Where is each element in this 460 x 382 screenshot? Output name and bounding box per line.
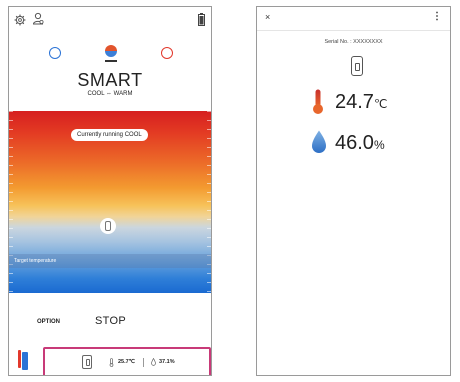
battery-icon (198, 13, 205, 31)
sensor-device-icon (351, 56, 363, 76)
stop-button[interactable]: STOP (95, 315, 126, 327)
thermometer-icon (109, 358, 114, 369)
humidity-unit: % (373, 138, 385, 152)
account-icon[interactable] (32, 12, 44, 30)
main-screen: SMART COOL ⇔ WARM Currently running COOL… (8, 6, 212, 376)
cool-mode-button[interactable] (49, 47, 61, 59)
more-options-icon[interactable]: ⋮ (432, 11, 442, 22)
temperature-gradient-panel[interactable]: Currently running COOL Target temperatur… (9, 111, 211, 293)
humidity-reading: 46.0% (335, 132, 385, 155)
divider (143, 358, 144, 367)
status-pill: Currently running COOL (71, 129, 148, 141)
humidity-value: 46.0 (335, 132, 374, 154)
device-position-indicator[interactable] (100, 218, 116, 234)
smart-mode-button[interactable] (105, 45, 117, 57)
mode-selector (9, 45, 211, 63)
action-buttons: OPTION STOP (9, 313, 211, 333)
sensor-detail-screen: × ⋮ Serial No. : XXXXXXXX 24.7℃ 46.0% (256, 6, 451, 376)
option-button[interactable]: OPTION (37, 319, 60, 325)
target-temperature-label: Target temperature (14, 258, 57, 264)
sensor-card[interactable]: 25.7℃ 37.1% (43, 347, 211, 375)
temperature-value: 24.7 (335, 91, 374, 113)
active-mode-indicator (105, 60, 117, 62)
mode-subtitle: COOL ⇔ WARM (87, 91, 133, 97)
bottom-bar: 25.7℃ 37.1% (9, 344, 211, 375)
temperature-reading: 24.7℃ (335, 91, 387, 114)
sensor-humidity: 37.1% (159, 359, 175, 365)
sensor-device-icon (82, 355, 92, 369)
serial-number: Serial No. : XXXXXXXX (324, 39, 383, 45)
sensor-temperature: 25.7℃ (118, 359, 135, 365)
temperature-unit: ℃ (373, 97, 388, 111)
device-thumbnail-icon[interactable] (18, 350, 28, 372)
target-temperature-band[interactable]: Target temperature (9, 254, 211, 268)
thermometer-icon (311, 89, 325, 120)
detail-header: × ⋮ (257, 7, 450, 31)
settings-gear-icon[interactable] (14, 13, 26, 31)
warm-mode-button[interactable] (161, 47, 173, 59)
top-bar (9, 7, 211, 33)
humidity-drop-icon (151, 357, 156, 368)
mode-title: SMART (77, 70, 143, 90)
close-icon[interactable]: × (265, 12, 270, 22)
humidity-drop-icon (311, 130, 327, 159)
